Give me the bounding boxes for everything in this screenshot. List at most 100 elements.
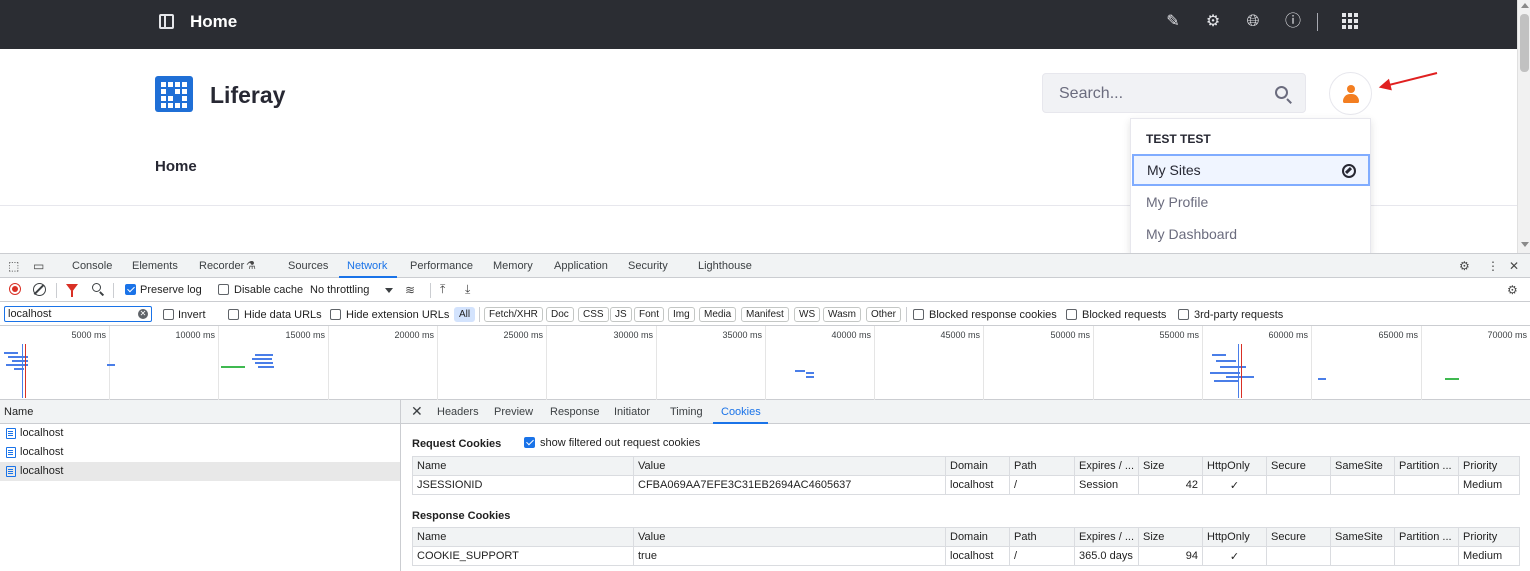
cookie-row[interactable]: COOKIE_SUPPORT true localhost/365.0 days 94… <box>412 546 1520 566</box>
preserve-log-checkbox[interactable] <box>125 284 136 295</box>
menu-item-my-dashboard[interactable]: My Dashboard <box>1131 218 1370 250</box>
chevron-down-icon[interactable] <box>385 288 393 293</box>
hide-extension-urls-checkbox[interactable] <box>330 309 341 320</box>
user-avatar-button[interactable] <box>1329 72 1372 115</box>
tab-initiator[interactable]: Initiator <box>614 406 650 418</box>
sidebar-toggle-icon[interactable] <box>159 14 174 29</box>
apps-grid-icon[interactable] <box>1342 13 1358 29</box>
search-input[interactable]: Search... <box>1042 73 1306 113</box>
column-header-size[interactable]: Size <box>1138 527 1203 547</box>
disable-cache-checkbox[interactable] <box>218 284 229 295</box>
site-name[interactable]: Liferay <box>210 82 285 109</box>
tab-console[interactable]: Console <box>72 260 112 272</box>
clear-filter-icon[interactable]: ✕ <box>138 309 148 319</box>
pencil-icon[interactable]: ✎ <box>1164 13 1182 31</box>
column-header-expires[interactable]: Expires / ... <box>1074 527 1139 547</box>
page-scrollbar[interactable] <box>1517 0 1530 253</box>
tab-headers[interactable]: Headers <box>437 406 479 418</box>
request-row[interactable]: localhost <box>0 424 400 443</box>
download-icon[interactable]: ⤓ <box>465 282 470 296</box>
nav-item-home[interactable]: Home <box>155 158 197 175</box>
type-filter-fetch[interactable]: Fetch/XHR <box>484 307 543 322</box>
globe-icon[interactable]: 🌐︎ <box>1244 13 1262 31</box>
column-header-secure[interactable]: Secure <box>1266 456 1331 476</box>
request-row-selected[interactable]: localhost <box>0 462 400 481</box>
column-header-priority[interactable]: Priority <box>1458 456 1520 476</box>
tab-lighthouse[interactable]: Lighthouse <box>698 260 752 272</box>
column-header-secure[interactable]: Secure <box>1266 527 1331 547</box>
tab-application[interactable]: Application <box>554 260 608 272</box>
column-header-expires[interactable]: Expires / ... <box>1074 456 1139 476</box>
tab-elements[interactable]: Elements <box>132 260 178 272</box>
menu-item-my-sites[interactable]: My Sites <box>1132 154 1370 186</box>
more-options-icon[interactable]: ⋮ <box>1487 259 1499 273</box>
network-settings-icon[interactable]: ⚙ <box>1507 283 1518 297</box>
info-icon[interactable]: ⓘ <box>1284 13 1302 31</box>
type-filter-manifest[interactable]: Manifest <box>741 307 789 322</box>
column-header-partition[interactable]: Partition ... <box>1394 527 1459 547</box>
column-header-domain[interactable]: Domain <box>945 456 1010 476</box>
tab-sources[interactable]: Sources <box>288 260 328 272</box>
type-filter-ws[interactable]: WS <box>794 307 821 322</box>
search-icon[interactable] <box>1275 86 1288 99</box>
type-filter-other[interactable]: Other <box>866 307 902 322</box>
timeline-overview[interactable]: 5000 ms 10000 ms 15000 ms 20000 ms 25000 ms 3… <box>0 326 1530 400</box>
type-filter-js[interactable]: JS <box>610 307 632 322</box>
column-header-path[interactable]: Path <box>1009 456 1075 476</box>
tab-recorder[interactable]: Recorder <box>199 260 244 272</box>
column-header-size[interactable]: Size <box>1138 456 1203 476</box>
column-header-samesite[interactable]: SameSite <box>1330 456 1395 476</box>
column-header-value[interactable]: Value <box>633 527 946 547</box>
column-header-httponly[interactable]: HttpOnly <box>1202 527 1267 547</box>
invert-checkbox[interactable] <box>163 309 174 320</box>
cookie-row[interactable]: JSESSIONID CFBA069AA7EFE3C31EB2694AC46056… <box>412 475 1520 495</box>
name-column-header[interactable]: Name <box>0 400 400 424</box>
close-devtools-icon[interactable]: ✕ <box>1509 259 1519 273</box>
scrollbar-thumb[interactable] <box>1520 14 1529 72</box>
third-party-checkbox[interactable] <box>1178 309 1189 320</box>
tab-response[interactable]: Response <box>550 406 600 418</box>
tab-cookies[interactable]: Cookies <box>721 406 761 418</box>
show-filtered-checkbox[interactable] <box>524 437 535 448</box>
tab-memory[interactable]: Memory <box>493 260 533 272</box>
hide-data-urls-checkbox[interactable] <box>228 309 239 320</box>
type-filter-wasm[interactable]: Wasm <box>823 307 861 322</box>
column-header-domain[interactable]: Domain <box>945 527 1010 547</box>
devtools-settings-icon[interactable]: ⚙ <box>1459 259 1470 273</box>
column-header-path[interactable]: Path <box>1009 527 1075 547</box>
gear-icon[interactable]: ⚙ <box>1204 13 1222 31</box>
column-header-samesite[interactable]: SameSite <box>1330 527 1395 547</box>
type-filter-font[interactable]: Font <box>634 307 665 322</box>
inspect-element-icon[interactable]: ⬚ <box>8 259 19 273</box>
request-row[interactable]: localhost <box>0 443 400 462</box>
column-header-value[interactable]: Value <box>633 456 946 476</box>
close-icon[interactable]: ✕ <box>411 403 423 420</box>
column-header-name[interactable]: Name <box>412 456 634 476</box>
scroll-down-icon[interactable] <box>1521 242 1529 247</box>
record-icon[interactable] <box>9 283 21 295</box>
column-header-priority[interactable]: Priority <box>1458 527 1520 547</box>
device-toolbar-icon[interactable]: ▭ <box>33 259 44 273</box>
liferay-logo-icon[interactable] <box>155 76 193 112</box>
filter-icon[interactable] <box>66 284 78 297</box>
tab-network[interactable]: Network <box>347 260 387 272</box>
type-filter-doc[interactable]: Doc <box>546 307 574 322</box>
type-filter-css[interactable]: CSS <box>578 307 609 322</box>
clear-icon[interactable] <box>33 283 46 296</box>
menu-item-my-profile[interactable]: My Profile <box>1131 186 1370 218</box>
column-header-httponly[interactable]: HttpOnly <box>1202 456 1267 476</box>
blocked-response-cookies-checkbox[interactable] <box>913 309 924 320</box>
tab-performance[interactable]: Performance <box>410 260 473 272</box>
throttling-select[interactable]: No throttling <box>310 284 369 296</box>
search-icon[interactable] <box>92 283 101 292</box>
upload-icon[interactable]: ⤒ <box>440 282 445 296</box>
tab-security[interactable]: Security <box>628 260 668 272</box>
type-filter-media[interactable]: Media <box>699 307 737 322</box>
type-filter-img[interactable]: Img <box>668 307 695 322</box>
tab-timing[interactable]: Timing <box>670 406 703 418</box>
filter-input[interactable]: localhost <box>4 306 152 322</box>
blocked-requests-checkbox[interactable] <box>1066 309 1077 320</box>
column-header-partition[interactable]: Partition ... <box>1394 456 1459 476</box>
type-filter-all[interactable]: All <box>454 307 476 322</box>
tab-preview[interactable]: Preview <box>494 406 533 418</box>
